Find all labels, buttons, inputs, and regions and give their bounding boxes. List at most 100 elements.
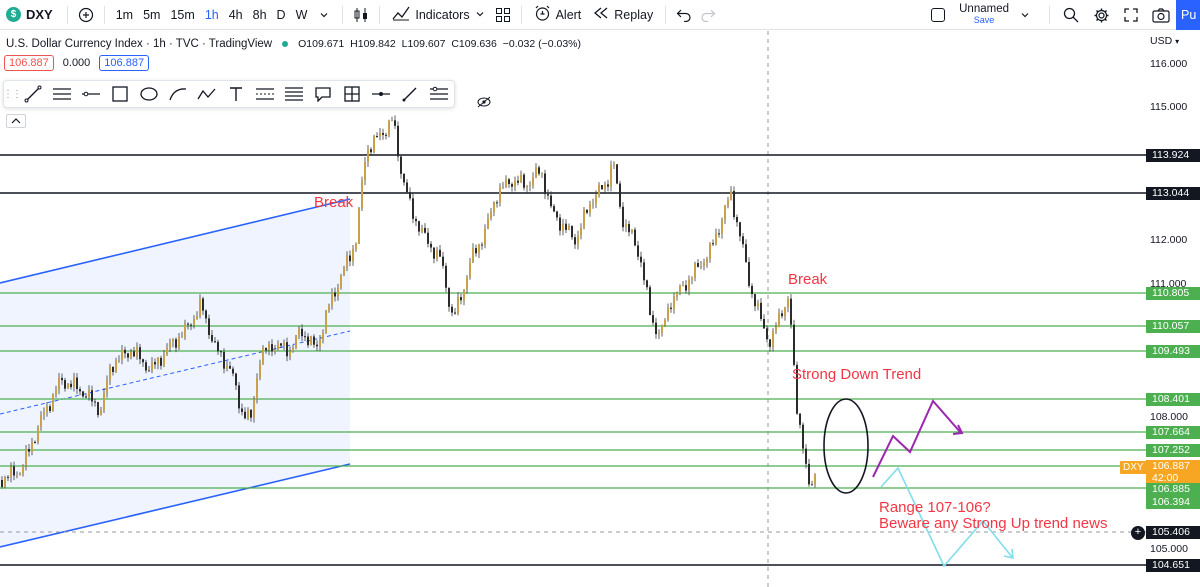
interval-15m[interactable]: 15m [165, 8, 199, 22]
sell-price-button[interactable]: 106.887 [4, 55, 54, 71]
candle-body [94, 401, 96, 403]
interval-1h[interactable]: 1h [200, 8, 224, 22]
collapse-legend-button[interactable] [6, 114, 26, 128]
cross-icon[interactable] [337, 81, 366, 107]
layout-name: Unnamed [959, 3, 1009, 15]
candle-body [655, 322, 657, 335]
select-checkbox[interactable] [931, 8, 946, 22]
open-value: O109.671 [298, 38, 345, 50]
candle-body [463, 289, 465, 301]
close-value: C109.636 [451, 38, 497, 50]
candle-body [436, 249, 438, 259]
parallel-channel-icon[interactable] [250, 81, 279, 107]
candle-body [208, 318, 210, 335]
callout-icon[interactable] [308, 81, 337, 107]
drag-handle-icon[interactable]: ⋮⋮ [3, 84, 22, 104]
search-icon[interactable] [1059, 3, 1083, 27]
axis-tick: 105.000 [1150, 543, 1188, 555]
rectangle-icon[interactable] [105, 81, 134, 107]
trend-line-icon[interactable] [18, 81, 47, 107]
candle-body [667, 307, 669, 320]
candle-body [313, 336, 315, 345]
candle-body [499, 187, 501, 203]
candle-body [211, 335, 213, 342]
horizontal-line-icon[interactable] [76, 81, 105, 107]
range-annotation[interactable]: Range 107-106? Beware any Strong Up tren… [879, 500, 1107, 532]
indicators-button[interactable]: Indicators [386, 2, 490, 28]
candle-body [733, 191, 735, 217]
candle-body [679, 285, 681, 293]
candle-body [598, 185, 600, 196]
fib-icon[interactable] [279, 81, 308, 107]
interval-w[interactable]: W [291, 8, 313, 22]
candle-body [367, 149, 369, 163]
candle-body [706, 258, 708, 263]
chevron-down-icon[interactable] [312, 3, 336, 27]
strong-down-trend-annotation[interactable]: Strong Down Trend [792, 366, 921, 383]
candle-body [124, 349, 126, 354]
candle-body [634, 229, 636, 246]
replay-button[interactable]: Replay [587, 2, 659, 28]
candle-body [586, 209, 588, 213]
candle-body [4, 476, 6, 487]
candle-body [418, 221, 420, 232]
interval-1m[interactable]: 1m [111, 8, 138, 22]
interval-d[interactable]: D [272, 8, 291, 22]
interval-5m[interactable]: 5m [138, 8, 165, 22]
candle-body [103, 392, 105, 410]
break-annotation-2[interactable]: Break [788, 271, 827, 288]
interval-8h[interactable]: 8h [248, 8, 272, 22]
interval-4h[interactable]: 4h [224, 8, 248, 22]
break-annotation-1[interactable]: Break [314, 194, 353, 211]
plus-icon[interactable]: + [1131, 526, 1145, 540]
axis-currency-selector[interactable]: USD ▾ [1150, 35, 1179, 47]
candle-body [130, 351, 132, 358]
series-title[interactable]: U.S. Dollar Currency Index · 1h · TVC · … [6, 38, 272, 50]
ellipse-icon[interactable] [134, 81, 163, 107]
buy-price-button[interactable]: 106.887 [99, 55, 150, 71]
chevron-down-icon[interactable] [1013, 3, 1037, 27]
camera-icon[interactable] [1149, 3, 1173, 27]
candle-body [61, 377, 63, 381]
candle-body [520, 174, 522, 183]
publish-button[interactable]: Pu [1176, 0, 1200, 30]
alert-button[interactable]: Alert [528, 2, 588, 28]
candle-body [292, 348, 294, 352]
redo-icon[interactable] [696, 3, 720, 27]
candle-body [346, 255, 348, 268]
candle-body [646, 280, 648, 288]
floating-drawing-toolbar: ⋮⋮ [3, 80, 455, 108]
candle-body [481, 244, 483, 246]
gear-icon[interactable] [1089, 3, 1113, 27]
candle-body [616, 164, 618, 184]
candle-body [739, 222, 741, 237]
price-line-icon[interactable] [366, 81, 395, 107]
path-icon[interactable] [163, 81, 192, 107]
toolbar-right: Unnamed Save Pu [919, 0, 1200, 30]
layout-grid-icon[interactable] [491, 3, 515, 27]
candle-body [742, 236, 744, 245]
candle-body [490, 211, 492, 219]
candle-body [526, 186, 528, 188]
polyline-icon[interactable] [192, 81, 221, 107]
fullscreen-icon[interactable] [1119, 3, 1143, 27]
candle-body [19, 473, 21, 476]
candle-body [190, 324, 192, 326]
candle-body [214, 341, 216, 343]
symbol-search[interactable]: $ DXY [0, 0, 61, 30]
brush-icon[interactable] [395, 81, 424, 107]
text-icon[interactable] [221, 81, 250, 107]
undo-icon[interactable] [672, 3, 696, 27]
candle-body [118, 360, 120, 361]
settings-lines-icon[interactable] [424, 81, 453, 107]
candle-body [640, 256, 642, 263]
candle-body [700, 266, 702, 267]
eye-hidden-icon[interactable] [477, 95, 491, 113]
compare-add-icon[interactable] [74, 3, 98, 27]
candle-body [619, 183, 621, 207]
candles-icon[interactable] [349, 3, 373, 27]
candle-body [139, 347, 141, 360]
candle-body [478, 244, 480, 254]
horizontal-rays-icon[interactable] [47, 81, 76, 107]
layout-name-button[interactable]: Unnamed Save [955, 3, 1013, 26]
